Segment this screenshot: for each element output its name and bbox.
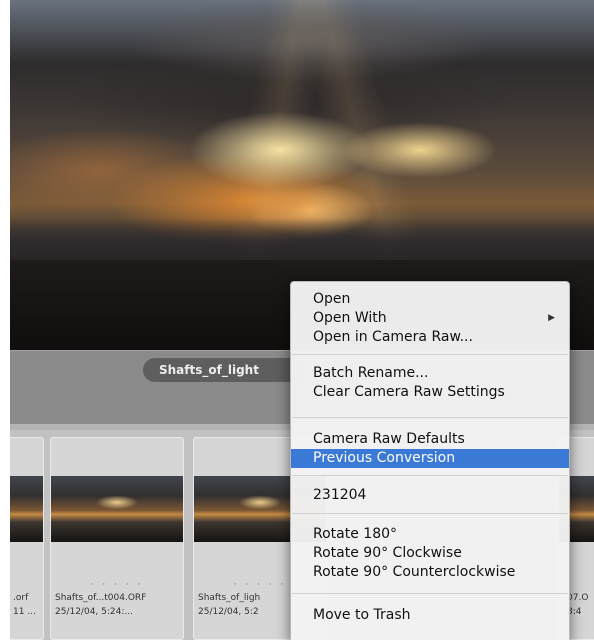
- menu-item-rotate-90-clockwise[interactable]: Rotate 90° Clockwise: [291, 544, 569, 563]
- menu-separator: [292, 593, 568, 594]
- thumbnail-image[interactable]: [10, 476, 43, 542]
- menu-item-previous-conversion[interactable]: Previous Conversion: [291, 449, 569, 468]
- menu-separator: [292, 513, 568, 514]
- menu-item-rotate-180[interactable]: Rotate 180°: [291, 525, 569, 544]
- menu-item-231204[interactable]: 231204: [291, 486, 569, 505]
- filename-pill[interactable]: Shafts_of_light: [143, 358, 303, 382]
- thumbnail-date: 11 ...: [13, 607, 36, 617]
- thumbnail-filename: .orf: [13, 593, 29, 603]
- menu-item-rotate-90-counterclockwise[interactable]: Rotate 90° Counterclockwise: [291, 563, 569, 582]
- rating-dots[interactable]: · · · · ·: [51, 580, 183, 590]
- submenu-arrow-icon: ▶: [548, 313, 555, 323]
- menu-separator: [292, 417, 568, 418]
- thumbnail-date: 25/12/04, 5:2: [198, 607, 259, 617]
- context-menu: Open Open With ▶ Open in Camera Raw... B…: [290, 281, 570, 640]
- menu-separator: [292, 354, 568, 355]
- menu-item-open-in-camera-raw[interactable]: Open in Camera Raw...: [291, 328, 569, 347]
- menu-item-batch-rename[interactable]: Batch Rename...: [291, 364, 569, 383]
- thumbnail-card[interactable]: · · · · · Shafts_of...t004.ORF 25/12/04,…: [50, 437, 184, 640]
- bridge-window: Shafts_of_light · · · · · .orf 11 ... · …: [10, 0, 594, 640]
- menu-item-open-with[interactable]: Open With ▶: [291, 309, 569, 328]
- menu-item-open[interactable]: Open: [291, 290, 569, 309]
- menu-item-label: Open With: [313, 310, 387, 326]
- menu-separator: [292, 475, 568, 476]
- thumbnail-filename: Shafts_of...t004.ORF: [55, 593, 147, 603]
- menu-item-camera-raw-defaults[interactable]: Camera Raw Defaults: [291, 430, 569, 449]
- thumbnail-date: 25/12/04, 5:24:...: [55, 607, 133, 617]
- thumbnail-filename: Shafts_of_ligh: [198, 593, 261, 603]
- menu-item-move-to-trash[interactable]: Move to Trash: [291, 606, 569, 625]
- thumbnail-image[interactable]: [51, 476, 183, 542]
- thumbnail-filename: 07.O: [567, 593, 589, 603]
- thumbnail-card[interactable]: · · · · · .orf 11 ...: [10, 437, 44, 640]
- rating-dots[interactable]: · · · · ·: [10, 580, 43, 590]
- menu-item-clear-camera-raw-settings[interactable]: Clear Camera Raw Settings: [291, 383, 569, 402]
